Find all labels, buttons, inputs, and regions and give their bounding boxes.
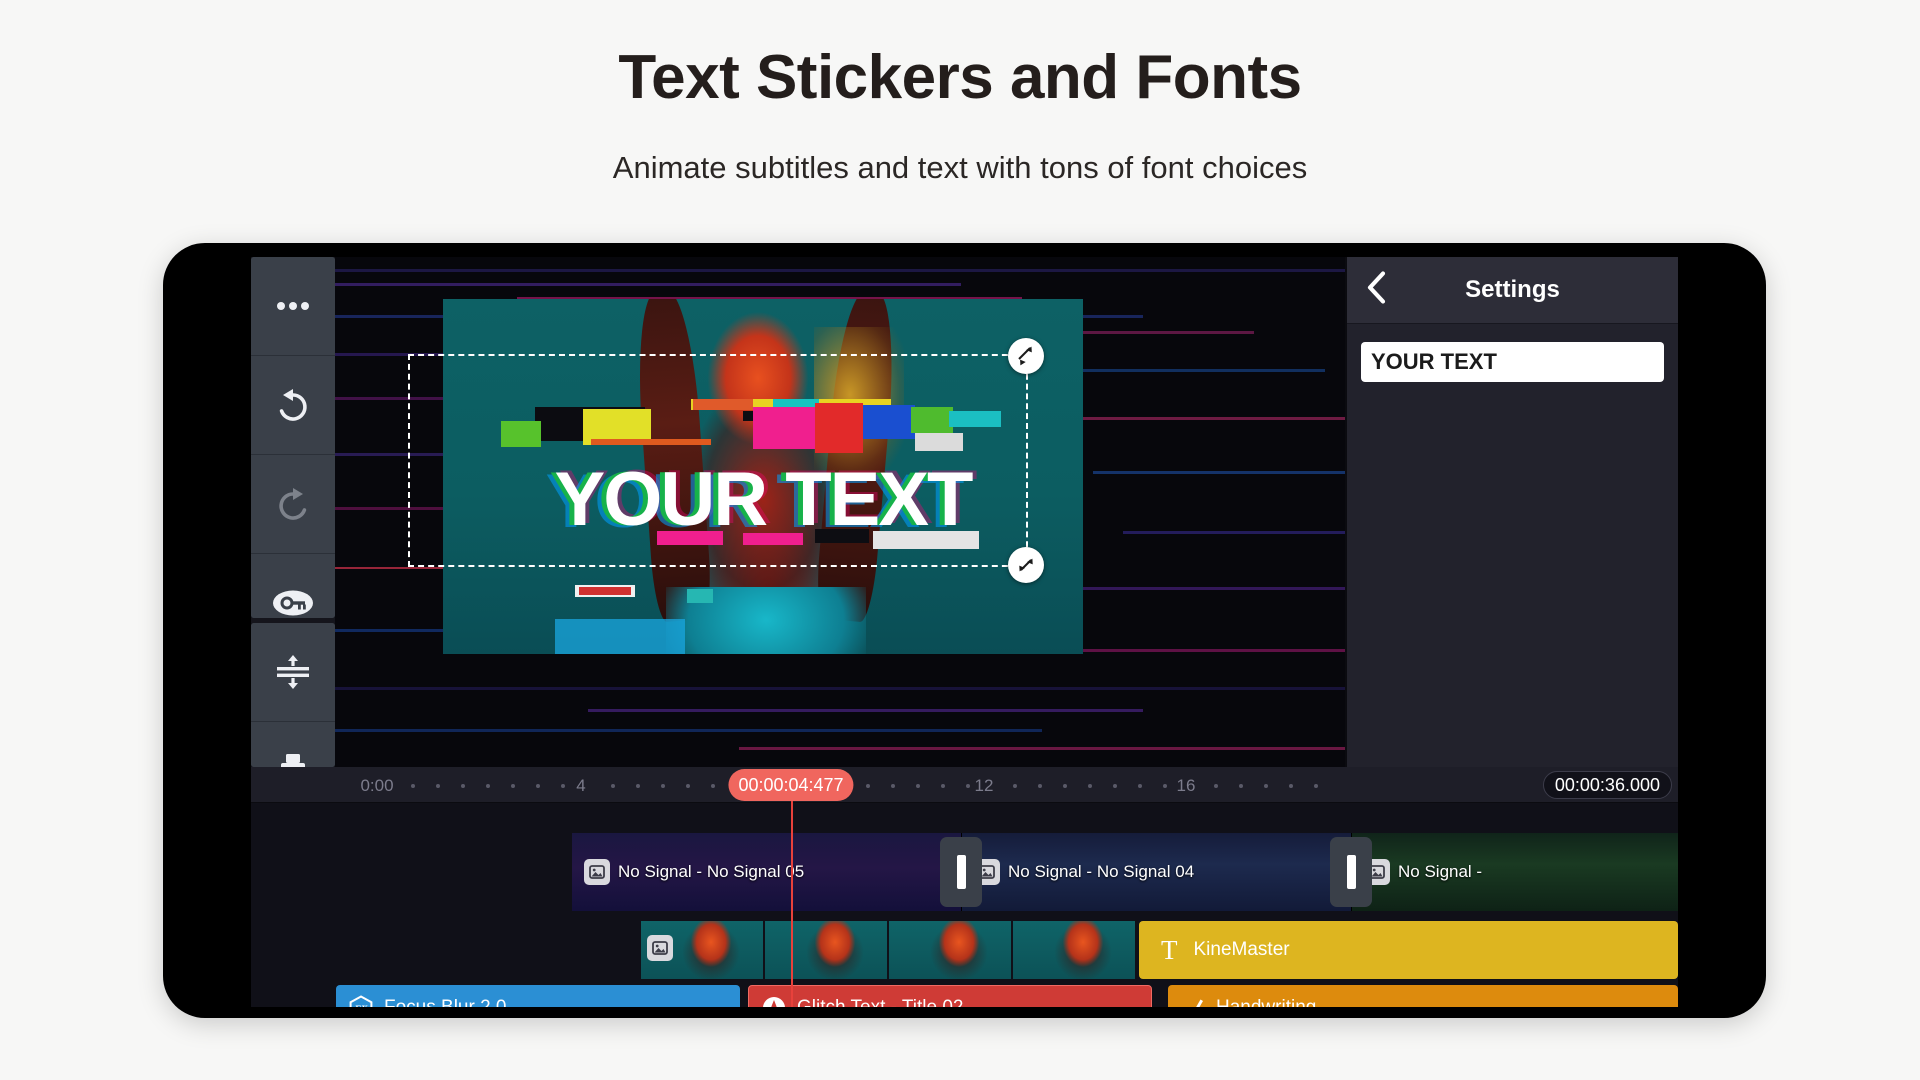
clip-label: No Signal - No Signal 05 — [618, 862, 805, 881]
svg-text:FX: FX — [354, 1005, 368, 1007]
expand-rows-icon — [277, 654, 309, 689]
table-row[interactable]: No Signal - — [1352, 833, 1678, 911]
thumbnail[interactable] — [641, 921, 765, 979]
transition-button[interactable] — [940, 837, 982, 907]
clip-label: No Signal - No Signal 04 — [1008, 862, 1195, 881]
timeline-ruler[interactable]: 0:00 4 12 16 00:00:36.000 00:00:04:477 — [251, 767, 1678, 803]
key-button[interactable] — [251, 554, 335, 618]
image-clip-icon — [584, 859, 610, 885]
effect-clip-label: Focus Blur 2.0 — [384, 997, 507, 1007]
page-title: Text Stickers and Fonts — [618, 43, 1302, 112]
expand-tracks-button[interactable] — [251, 622, 335, 722]
playhead-line — [791, 801, 793, 1007]
thumbnail[interactable] — [889, 921, 1013, 979]
chevron-left-icon — [1367, 271, 1386, 304]
thumbnail[interactable] — [765, 921, 889, 979]
timeline[interactable]: 0:00 4 12 16 00:00:36.000 00:00:04:477 N… — [251, 767, 1678, 1007]
clip-label: No Signal - — [1398, 862, 1483, 881]
effect-clip-focus-blur[interactable]: FX Focus Blur 2.0 — [336, 985, 740, 1007]
redo-button[interactable] — [251, 455, 335, 554]
fx-icon: FX — [348, 995, 374, 1007]
undo-icon — [279, 389, 307, 421]
settings-header: Settings — [1347, 257, 1678, 324]
pin-icon — [281, 754, 305, 767]
key-icon — [273, 590, 313, 616]
effect-clip-label: Glitch Text - Title 02 — [797, 997, 964, 1007]
settings-panel: Settings YOUR TEXT — [1345, 257, 1678, 767]
timeline-tracks: No Signal - No Signal 05 No Signal - No … — [251, 803, 1678, 1007]
editor-toolbar — [251, 257, 335, 767]
preview-overlay-text[interactable]: YOUR TEXT — [443, 462, 1083, 538]
video-preview[interactable]: YOUR TEXT — [335, 257, 1345, 767]
app-screen: YOUR TEXT Settings YOUR TEXT 0:00 4 12 1… — [251, 257, 1678, 1007]
text-clip-kinemaster[interactable]: T KineMaster — [1139, 921, 1678, 979]
settings-back-button[interactable] — [1365, 271, 1387, 310]
total-duration-badge: 00:00:36.000 — [1542, 771, 1672, 799]
more-horizontal-icon — [277, 302, 309, 310]
text-T-icon: T — [1161, 934, 1178, 965]
glitch-drop-icon — [761, 995, 787, 1007]
overlay-track[interactable]: T KineMaster — [641, 921, 1678, 979]
effect-clip-glitch-text[interactable]: Glitch Text - Title 02 — [748, 985, 1152, 1007]
ruler-tick-0: 0:00 — [360, 776, 394, 795]
settings-body: YOUR TEXT — [1347, 324, 1678, 767]
main-video-track[interactable]: No Signal - No Signal 05 No Signal - No … — [572, 833, 1678, 911]
text-content-input[interactable]: YOUR TEXT — [1361, 342, 1664, 382]
undo-button[interactable] — [251, 356, 335, 455]
text-clip-label: KineMaster — [1193, 939, 1290, 960]
handwriting-pen-icon — [1180, 995, 1206, 1007]
image-clip-icon — [647, 935, 673, 961]
playhead-time-badge[interactable]: 00:00:04:477 — [728, 769, 854, 801]
effect-clip-label: Handwriting — [1216, 997, 1316, 1007]
phone-mockup-frame: YOUR TEXT Settings YOUR TEXT 0:00 4 12 1… — [163, 243, 1766, 1018]
preview-video-frame: YOUR TEXT — [443, 299, 1083, 654]
page-subtitle: Animate subtitles and text with tons of … — [612, 150, 1308, 185]
effect-clip-handwriting[interactable]: Handwriting — [1168, 985, 1678, 1007]
thumbnail[interactable] — [1013, 921, 1137, 979]
more-options-button[interactable] — [251, 257, 335, 356]
transition-button[interactable] — [1330, 837, 1372, 907]
settings-title: Settings — [1465, 276, 1560, 303]
effects-track[interactable]: FX Focus Blur 2.0 Glitch Text - Titl — [251, 985, 1678, 1007]
table-row[interactable]: No Signal - No Signal 04 — [962, 833, 1352, 911]
ruler-tick-3: 16 — [1176, 776, 1196, 795]
pin-button[interactable] — [251, 721, 335, 767]
ruler-tick-2: 12 — [974, 776, 994, 795]
ruler-tick-1: 4 — [576, 776, 586, 795]
redo-icon — [279, 488, 307, 520]
table-row[interactable]: No Signal - No Signal 05 — [572, 833, 962, 911]
